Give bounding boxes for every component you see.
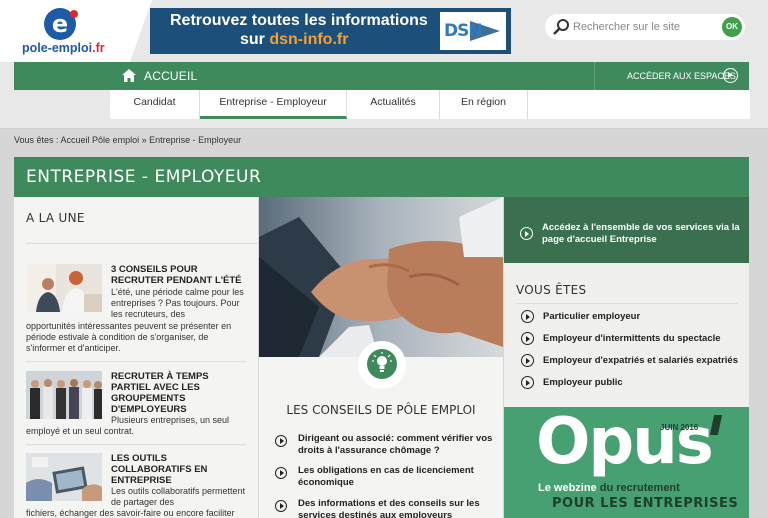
logo-text-tld: .fr [92, 41, 105, 55]
lightbulb-icon [367, 349, 397, 379]
article-excerpt-continued: opportunités intéressantes peuvent se pr… [26, 321, 232, 353]
opus-date: JUIN 2016 [660, 423, 699, 432]
logo-dot [70, 10, 78, 18]
vous-etes-item[interactable]: Employeur public [521, 376, 746, 392]
home-icon [122, 69, 136, 82]
tab-entreprise-employeur[interactable]: Entreprise - Employeur [200, 90, 347, 119]
search-icon [553, 19, 569, 35]
article-excerpt: L'été, une période calme pour les entrep… [111, 287, 244, 319]
opus-tagline: POUR LES ENTREPRISES [552, 496, 739, 511]
tab-en-region[interactable]: En région [440, 90, 528, 119]
page-title: ENTREPRISE - EMPLOYEUR [26, 167, 262, 187]
chevron-right-circle-icon [723, 68, 738, 83]
chevron-right-circle-icon [521, 310, 534, 323]
article-excerpt: Plusieurs entreprises, un seul [111, 415, 230, 425]
opus-subtitle: Le webzine du recrutement [538, 482, 680, 494]
search-box: OK [545, 14, 745, 40]
news-article[interactable]: Les outils collaboratifs en entreprise L… [26, 453, 246, 518]
dsn-badge: DSN [440, 12, 506, 50]
sub-navigation: Candidat Entreprise - Employeur Actualit… [110, 90, 750, 119]
page-header: ENTREPRISE - EMPLOYEUR [14, 157, 749, 197]
opus-logo-word: Opus [536, 407, 714, 479]
breadcrumb: Vous êtes : Accueil Pôle emploi » Entrep… [14, 135, 242, 145]
conseil-link-text[interactable]: Des informations et des conseils sur les… [298, 498, 498, 518]
article-title[interactable]: Les outils collaboratifs en entreprise [111, 453, 246, 486]
conseil-link-text[interactable]: Dirigeant ou associé: comment vérifier v… [298, 433, 498, 456]
dsn-ad-banner[interactable]: Retrouvez toutes les informations sur ds… [150, 8, 511, 54]
divider [26, 361, 246, 362]
banner-line-2-prefix: sur [240, 31, 270, 48]
nav-home-label: ACCUEIL [144, 69, 198, 83]
banner-link-text: dsn-info.fr [269, 31, 349, 48]
chevron-right-circle-icon [275, 435, 287, 447]
chevron-right-circle-icon [520, 227, 533, 240]
main-navbar: ACCUEIL ACCÉDER AUX ESPACES [14, 62, 749, 90]
article-thumbnail-image [26, 453, 102, 501]
vous-etes-item[interactable]: Employeur d'intermittents du spectacle [521, 332, 746, 348]
conseils-title: LES CONSEILS DE PÔLE EMPLOI [286, 403, 476, 417]
header-divider [0, 128, 768, 129]
chevron-right-circle-icon [521, 332, 534, 345]
vous-etes-item[interactable]: Employeur d'expatriés et salariés expatr… [521, 354, 746, 370]
bulb-badge [358, 341, 406, 389]
vous-etes-item-label[interactable]: Employeur public [543, 377, 623, 388]
vous-etes-item[interactable]: Particulier employeur [521, 310, 746, 326]
article-title[interactable]: 3 conseils pour recruter pendant l'été [111, 264, 246, 286]
banner-line-1: Retrouvez toutes les informations [170, 12, 428, 29]
article-excerpt-continued: employé et un seul contrat. [26, 426, 135, 436]
article-excerpt-continued: fichiers, échanger des savoir-faire ou e… [26, 508, 235, 518]
news-article[interactable]: Recruter à temps partiel avec les groupe… [26, 371, 246, 441]
news-article[interactable]: 3 conseils pour recruter pendant l'été L… [26, 264, 246, 356]
search-input[interactable] [573, 17, 713, 37]
cta-text[interactable]: Accédez à l'ensemble de vos services via… [542, 222, 742, 246]
divider [516, 303, 738, 304]
dsn-badge-text: DSN [444, 21, 483, 41]
opus-webzine-promo[interactable]: Opus JUIN 2016 Le webzine du recrutement… [504, 407, 749, 518]
nav-spaces-label: ACCÉDER AUX ESPACES [627, 71, 736, 81]
chevron-right-circle-icon [275, 467, 287, 479]
site-header: e pole-emploi.fr Retrouvez toutes les in… [0, 0, 768, 128]
banner-line-2: sur dsn-info.fr [240, 31, 348, 49]
chevron-right-circle-icon [521, 376, 534, 389]
a-la-une-panel: A LA UNE 3 conseils pour recruter pendan… [14, 197, 258, 518]
divider [26, 243, 258, 244]
nav-acceder-espaces[interactable]: ACCÉDER AUX ESPACES [594, 62, 749, 90]
article-thumbnail-image [26, 371, 102, 419]
vous-etes-item-label[interactable]: Employeur d'expatriés et salariés expatr… [543, 355, 738, 366]
article-thumbnail-image [26, 264, 102, 312]
chevron-right-circle-icon [275, 500, 287, 512]
opus-subtitle-left: Le webzine [538, 482, 597, 494]
vous-etes-item-label[interactable]: Particulier employeur [543, 311, 640, 322]
entreprise-home-cta[interactable]: Accédez à l'ensemble de vos services via… [504, 197, 749, 263]
lightbulb-glyph [372, 352, 392, 372]
vous-etes-title: VOUS ÊTES [516, 283, 587, 297]
tab-actualites[interactable]: Actualités [347, 90, 440, 119]
divider [26, 444, 246, 445]
a-la-une-title: A LA UNE [26, 211, 85, 225]
vous-etes-panel: Accédez à l'ensemble de vos services via… [504, 197, 749, 518]
conseil-link-text[interactable]: Les obligations en cas de licenciement é… [298, 465, 498, 488]
pole-emploi-logo[interactable]: e pole-emploi.fr [22, 8, 122, 58]
article-title[interactable]: Recruter à temps partiel avec les groupe… [111, 371, 246, 415]
search-ok-button[interactable]: OK [722, 17, 742, 37]
tab-candidat[interactable]: Candidat [110, 90, 200, 119]
nav-home[interactable]: ACCUEIL [14, 62, 198, 90]
logo-text-main: pole-emploi [22, 41, 93, 55]
logo-text: pole-emploi.fr [22, 41, 105, 55]
handshake-photo [259, 197, 503, 357]
chevron-right-circle-icon [521, 354, 534, 367]
opus-subtitle-right: du recrutement [596, 482, 680, 494]
vous-etes-item-label[interactable]: Employeur d'intermittents du spectacle [543, 333, 721, 344]
article-excerpt: Les outils collaboratifs permettent de p… [111, 486, 246, 507]
conseils-panel: LES CONSEILS DE PÔLE EMPLOI Dirigeant ou… [259, 197, 503, 518]
